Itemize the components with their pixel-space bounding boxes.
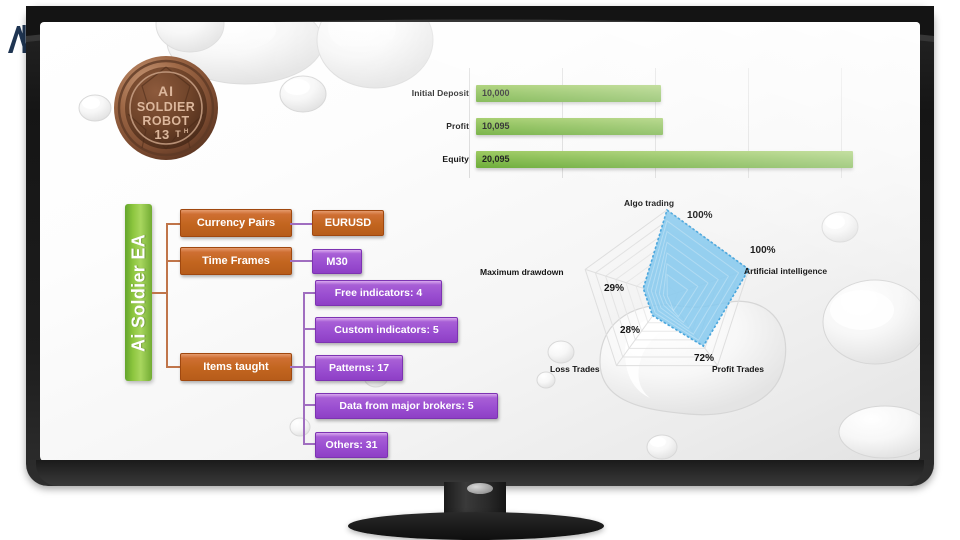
tree-node-label: Others: 31: [325, 439, 378, 451]
tree-item-custom-indicators[interactable]: Custom indicators: 5: [315, 317, 458, 343]
tree-item-patterns[interactable]: Patterns: 17: [315, 355, 403, 381]
tree-node-label: Free indicators: 4: [334, 287, 423, 299]
radar-value-loss-trades: 28%: [620, 325, 641, 336]
tree-root-ai-soldier-ea: Ai Soldier EA: [125, 204, 152, 381]
monitor: AI SOLDIER ROBOT 13 T H Initial Deposit …: [26, 6, 934, 486]
radar-svg: [584, 208, 750, 367]
tree-node-currency-pairs[interactable]: Currency Pairs: [180, 209, 292, 237]
bar-value: 10,000: [482, 88, 510, 98]
ea-tree-diagram: Ai Soldier EA Currency Pairs EURUSD Time…: [125, 204, 505, 459]
svg-text:SOLDIER: SOLDIER: [137, 100, 195, 114]
svg-text:H: H: [184, 129, 188, 135]
performance-radar-chart: Algo trading 100% Artificial intelligenc…: [472, 198, 862, 388]
tree-node-label: Patterns: 17: [328, 362, 390, 374]
bar-fill: 10,000: [476, 84, 661, 102]
tree-node-label: Items taught: [203, 361, 269, 373]
tree-node-time-frames[interactable]: Time Frames: [180, 247, 292, 275]
bar-fill: 20,095: [476, 150, 853, 168]
tree-root-label: Ai Soldier EA: [128, 233, 148, 352]
radar-value-profit-trades: 72%: [694, 353, 715, 364]
monitor-stand-badge: [467, 483, 493, 494]
screenshot-root: AI SOLDIER ROBOT 13 T H Initial Deposit …: [0, 0, 960, 540]
radar-label-maximum-drawdown: Maximum drawdown: [480, 267, 564, 277]
ai-soldier-robot-coin: AI SOLDIER ROBOT 13 T H: [112, 54, 220, 162]
svg-text:AI: AI: [158, 83, 174, 99]
tree-item-data-from-major-brokers[interactable]: Data from major brokers: 5: [315, 393, 498, 419]
monitor-screen: AI SOLDIER ROBOT 13 T H Initial Deposit …: [40, 22, 920, 462]
tree-node-label: EURUSD: [324, 217, 372, 229]
svg-text:T: T: [175, 129, 181, 139]
bar-row: Initial Deposit 10,000: [385, 80, 661, 106]
bar-label: Equity: [442, 154, 469, 164]
bar-value: 10,095: [482, 121, 510, 131]
bar-row: Profit 10,095: [385, 113, 663, 139]
radar-label-profit-trades: Profit Trades: [712, 364, 764, 374]
svg-text:ROBOT: ROBOT: [142, 114, 189, 128]
tree-node-label: Currency Pairs: [196, 217, 276, 229]
radar-value-algo-trading: 100%: [687, 210, 713, 221]
bar-label: Profit: [446, 121, 469, 131]
tree-node-items-taught[interactable]: Items taught: [180, 353, 292, 381]
bar-label: Initial Deposit: [411, 88, 469, 98]
bar-row: Equity 20,095: [385, 146, 853, 172]
tree-node-label: M30: [326, 255, 348, 268]
monitor-stand-base: [348, 512, 604, 540]
svg-text:13: 13: [154, 127, 169, 142]
balance-bar-chart: Initial Deposit 10,000 Profit 10,095 Equ…: [385, 68, 885, 178]
tree-item-free-indicators[interactable]: Free indicators: 4: [315, 280, 442, 306]
radar-label-loss-trades: Loss Trades: [550, 364, 600, 374]
radar-label-artificial-intelligence: Artificial intelligence: [744, 266, 828, 276]
radar-label-algo-trading: Algo trading: [624, 198, 675, 208]
radar-value-artificial-intelligence: 100%: [750, 245, 776, 256]
tree-node-m30[interactable]: M30: [312, 249, 362, 274]
tree-item-others[interactable]: Others: 31: [315, 432, 388, 458]
radar-value-maximum-drawdown: 29%: [604, 283, 625, 294]
tree-node-label: Data from major brokers: 5: [339, 400, 474, 412]
tree-node-label: Time Frames: [202, 255, 270, 267]
tree-node-eurusd[interactable]: EURUSD: [312, 210, 384, 236]
bar-value: 20,095: [482, 154, 510, 164]
tree-node-label: Custom indicators: 5: [334, 324, 439, 336]
bar-fill: 10,095: [476, 117, 663, 135]
